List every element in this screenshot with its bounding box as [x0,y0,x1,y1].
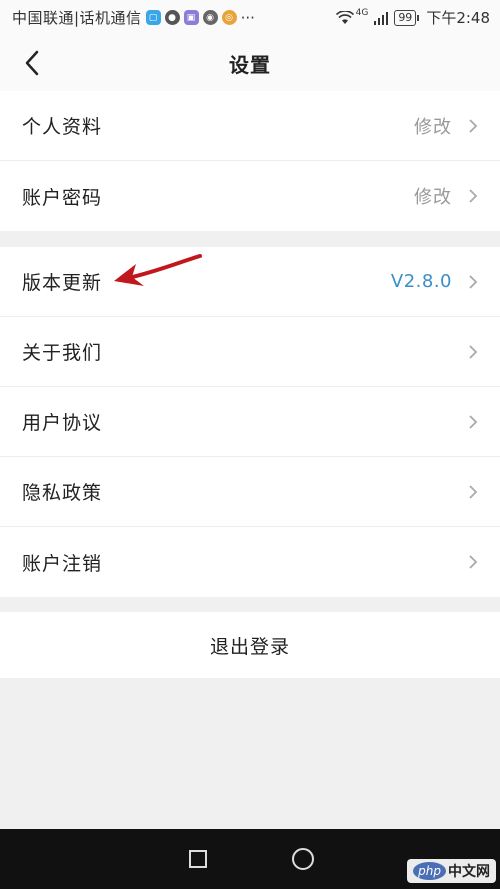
row-value: 修改 [414,116,452,138]
network-type: 4G [355,7,369,18]
battery-indicator: 99 [394,9,420,26]
back-arrow-icon [25,50,39,76]
row-label: 用户协议 [22,412,103,434]
wechat-notification-icon: ◉ [202,10,218,25]
settings-row-user-agreement[interactable]: 用户协议 [0,387,500,457]
message-notification-icon: ● [164,10,180,25]
chevron-right-icon [469,414,478,429]
wifi-icon [335,10,354,24]
info-settings-group: 版本更新 V2.8.0 关于我们 用户协议 隐私政策 账户注销 [0,247,500,597]
settings-row-about-us[interactable]: 关于我们 [0,317,500,387]
chevron-right-icon [469,555,478,569]
settings-row-profile[interactable]: 个人资料 修改 [0,91,500,161]
page-title: 设置 [229,52,271,77]
account-settings-group: 个人资料 修改 账户密码 修改 [0,91,500,231]
chevron-right-icon [469,118,478,133]
carrier-name: 中国联通|话机通信 [12,9,142,27]
settings-row-version-update[interactable]: 版本更新 V2.8.0 [0,247,500,317]
more-notifications-icon: ··· [240,8,255,27]
version-value: V2.8.0 [390,271,452,292]
logout-group: 退出登录 [0,612,500,678]
app-notification-icon: ▢ [145,10,161,25]
app-notification-icon: ◎ [221,10,237,25]
row-label: 隐私政策 [22,482,103,504]
chevron-right-icon [469,274,478,289]
row-label: 关于我们 [22,342,103,364]
chevron-right-icon [469,344,478,359]
row-label: 个人资料 [22,116,103,138]
navigation-bar: 设置 [0,35,500,91]
circle-icon [291,848,314,870]
site-watermark: php 中文网 [407,859,496,883]
status-bar: 中国联通|话机通信 ▢ ● ▣ ◉ ◎ ··· 4G 99 下午2:48 [0,0,500,35]
chevron-right-icon [469,484,478,499]
app-notification-icon: ▣ [183,10,199,25]
settings-row-privacy-policy[interactable]: 隐私政策 [0,457,500,527]
status-left: 中国联通|话机通信 ▢ ● ▣ ◉ ◎ ··· [12,7,336,28]
row-value: 修改 [414,187,452,208]
status-time: 下午2:48 [426,9,490,27]
watermark-logo: php [413,862,446,880]
status-right: 4G 99 下午2:48 [335,7,490,28]
signal-icon [374,11,389,25]
square-icon [188,850,207,868]
recent-apps-button[interactable] [183,844,213,874]
home-button[interactable] [288,844,318,874]
logout-button[interactable]: 退出登录 [0,612,500,678]
settings-row-account-cancellation[interactable]: 账户注销 [0,527,500,597]
back-button[interactable] [12,43,52,83]
row-label: 账户密码 [22,186,103,209]
row-label: 版本更新 [22,272,103,294]
chevron-right-icon [469,189,478,203]
settings-row-password[interactable]: 账户密码 修改 [0,161,500,231]
row-label: 账户注销 [22,552,103,575]
watermark-site-name: 中文网 [448,864,490,880]
